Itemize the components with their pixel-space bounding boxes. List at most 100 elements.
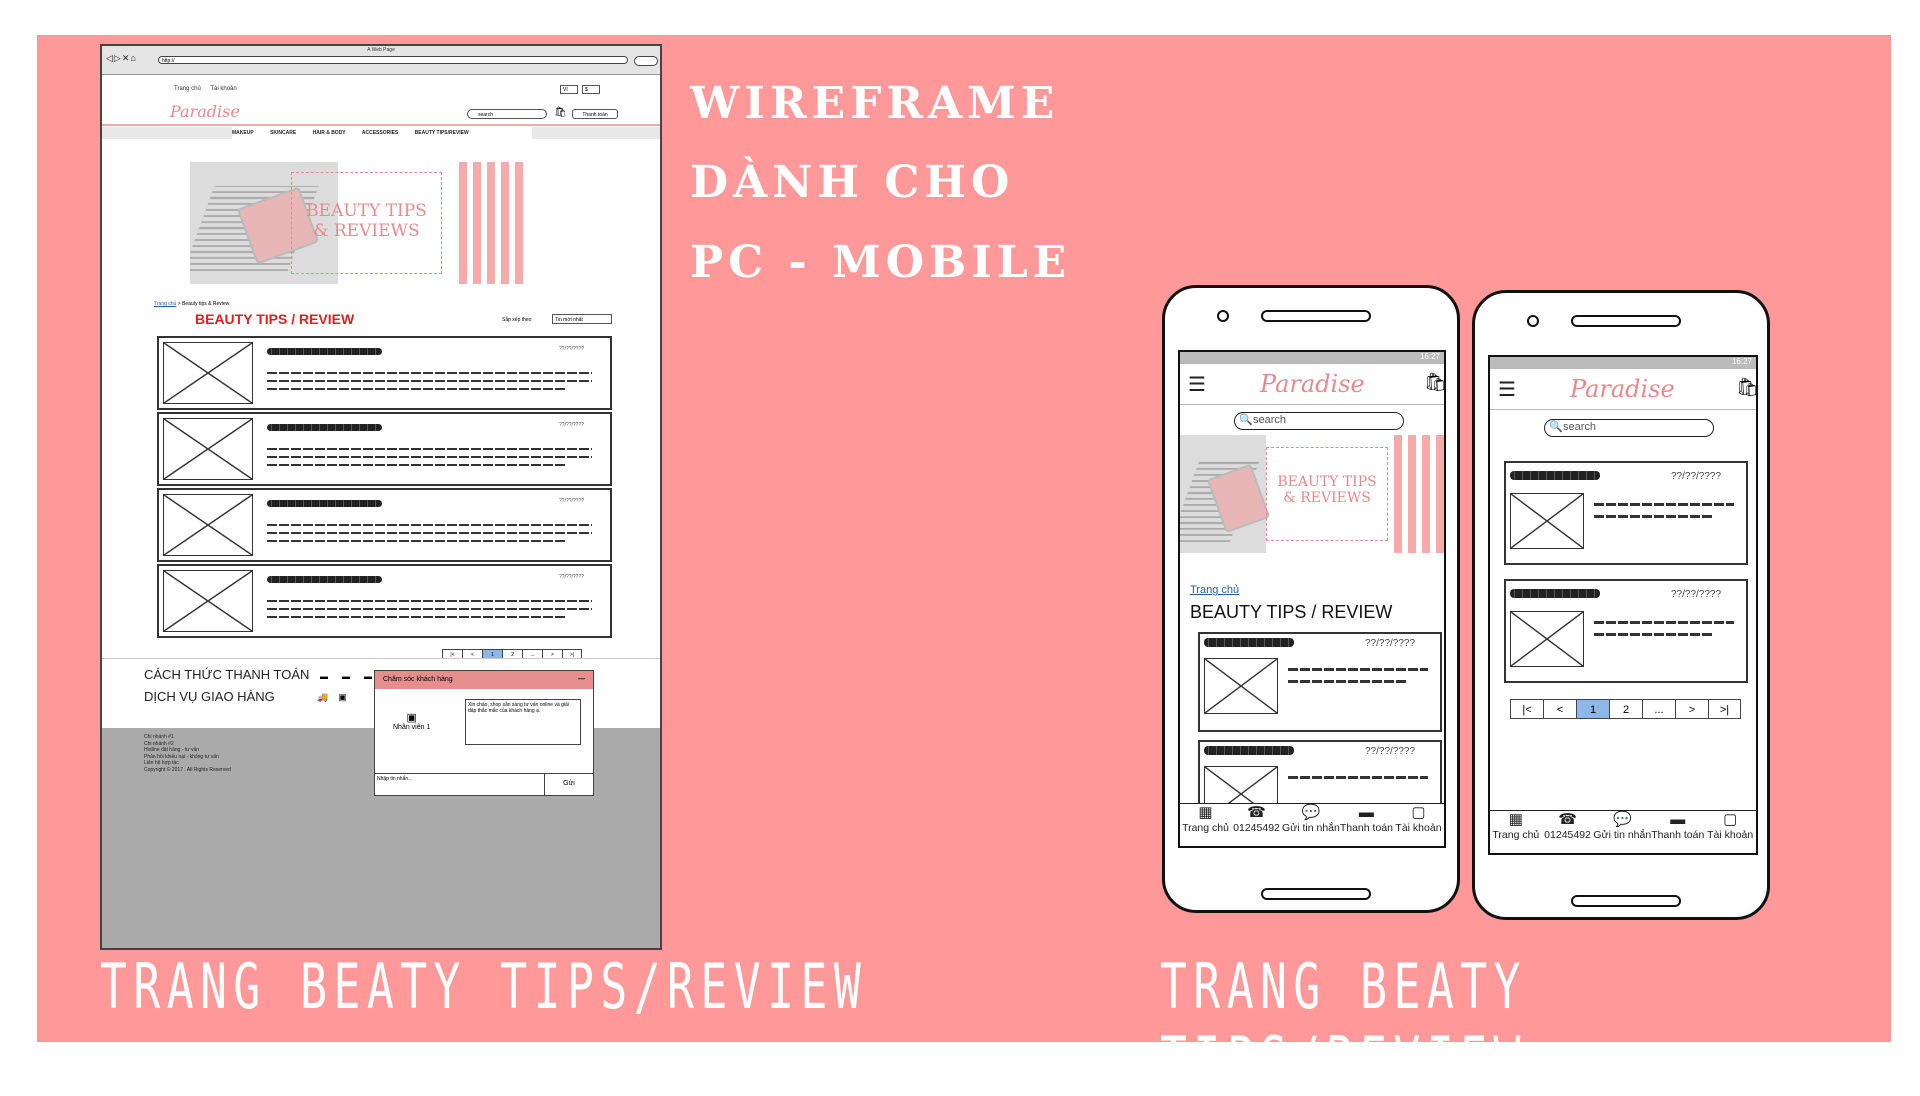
- hero-text-box: BEAUTY TIPS & REVIEWS: [291, 171, 442, 274]
- menu-item-skincare[interactable]: SKINCARE: [270, 130, 296, 136]
- pay-button[interactable]: Thanh toán: [572, 109, 618, 119]
- article-text-line: [267, 448, 592, 450]
- top-link-home[interactable]: Trang chủ: [174, 86, 201, 92]
- page-1[interactable]: 1: [1576, 699, 1609, 719]
- article-thumbnail: [163, 342, 253, 404]
- article-card[interactable]: ??/??/????: [1504, 579, 1748, 683]
- page-ellipsis: ...: [1642, 699, 1675, 719]
- cart-icon[interactable]: 🛍: [1424, 372, 1444, 393]
- user-icon: ▣: [406, 712, 417, 724]
- article-text-line: [267, 372, 592, 374]
- phone-1-screen: 16:27 ☰ Paradise 🛍 🔍 search BEAUTY TIPS &…: [1178, 350, 1446, 848]
- hero-banner: BEAUTY TIPS & REVIEWS: [190, 162, 580, 284]
- language-select[interactable]: VI: [560, 85, 578, 94]
- url-search-button[interactable]: [634, 56, 658, 66]
- main-menu: MAKEUP SKINCARE HAIR & BODY ACCESSORIES …: [232, 130, 484, 136]
- article-text-line: [1288, 776, 1428, 779]
- nav-account[interactable]: ▢ Tài khoản: [1704, 811, 1756, 853]
- hero-text-2: & REVIEWS: [313, 220, 420, 241]
- browser-nav-icons[interactable]: ◁▷✕⌂: [106, 53, 137, 64]
- page-last[interactable]: >|: [1708, 699, 1741, 719]
- article-card[interactable]: ??/??/????: [1504, 461, 1748, 565]
- site-logo[interactable]: Paradise: [1570, 375, 1675, 403]
- nav-home[interactable]: ▦ Trang chủ: [1490, 811, 1542, 853]
- article-text-line: [267, 456, 592, 458]
- chat-widget: Chăm sóc khách hàng — ▣ Nhân viên 1 Xin …: [374, 670, 594, 796]
- sort-select[interactable]: Tin mới nhất: [552, 314, 612, 324]
- page-prev[interactable]: <: [1543, 699, 1576, 719]
- phone-icon: ☎: [1558, 811, 1577, 828]
- article-title-scribble: [1204, 638, 1294, 647]
- search-input[interactable]: 🔍 search: [1234, 412, 1404, 430]
- menu-item-beauty-tips[interactable]: BEAUTY TIPS/REVIEW: [415, 130, 469, 136]
- search-icon: 🔍: [1239, 414, 1253, 426]
- nav-message[interactable]: 💬 Gửi tin nhắn: [1282, 804, 1340, 846]
- article-card[interactable]: ??/??/????: [1198, 632, 1442, 732]
- article-text-line: [1594, 633, 1714, 636]
- nav-account[interactable]: ▢ Tài khoản: [1393, 804, 1444, 846]
- article-card[interactable]: ??/??/????: [157, 336, 612, 410]
- site-logo[interactable]: Paradise: [170, 102, 240, 121]
- search-input[interactable]: search: [467, 109, 547, 119]
- article-text-line: [267, 524, 592, 526]
- nav-payment[interactable]: ▬ Thanh toán: [1340, 804, 1393, 846]
- chat-send-button[interactable]: Gửi: [544, 773, 593, 795]
- camera-icon: [1217, 310, 1229, 322]
- page-first[interactable]: |<: [1510, 699, 1543, 719]
- article-card[interactable]: ??/??/????: [157, 488, 612, 562]
- browser-title: A Web Page: [367, 47, 395, 53]
- heading-line-3: PC - MOBILE: [690, 237, 1072, 288]
- breadcrumb-home[interactable]: Trang chủ: [1190, 584, 1239, 596]
- speaker-icon: [1571, 315, 1681, 327]
- nav-home[interactable]: ▦ Trang chủ: [1180, 804, 1231, 846]
- article-date: ??/??/????: [559, 346, 585, 352]
- top-link-account[interactable]: Tài khoản: [210, 86, 236, 92]
- article-text-line: [267, 616, 567, 618]
- search-icon: 🔍: [1549, 421, 1563, 433]
- phone-icon: ☎: [1247, 804, 1266, 821]
- page-next[interactable]: >: [1675, 699, 1708, 719]
- pc-wireframe: A Web Page ◁▷✕⌂ http:// Trang chủ Tài kh…: [100, 44, 662, 950]
- breadcrumb-home[interactable]: Trang chủ: [154, 301, 176, 307]
- search-input[interactable]: 🔍 search: [1544, 419, 1714, 437]
- nav-payment[interactable]: ▬ Thanh toán: [1651, 811, 1704, 853]
- chat-header[interactable]: Chăm sóc khách hàng —: [375, 671, 593, 689]
- article-text-line: [1594, 621, 1734, 624]
- chat-agent: ▣ Nhân viên 1: [393, 711, 430, 731]
- stripes-decoration: [1394, 435, 1444, 553]
- bottom-nav: ▦ Trang chủ ☎ 01245492 💬 Gửi tin nhắn ▬ Than…: [1490, 810, 1756, 853]
- hero-banner: BEAUTY TIPS & REVIEWS: [1180, 435, 1444, 553]
- menu-icon[interactable]: ☰: [1188, 372, 1206, 397]
- menu-item-makeup[interactable]: MAKEUP: [232, 130, 254, 136]
- article-title-scribble: [1204, 746, 1294, 755]
- currency-select[interactable]: $: [582, 85, 600, 94]
- grid-icon: ▦: [1508, 811, 1523, 828]
- nav-message[interactable]: 💬 Gửi tin nhắn: [1593, 811, 1651, 853]
- menu-item-accessories[interactable]: ACCESSORIES: [362, 130, 398, 136]
- hero-text-box: BEAUTY TIPS & REVIEWS: [1265, 446, 1389, 541]
- article-text-line: [1288, 680, 1408, 683]
- cart-icon[interactable]: 🛍: [1736, 377, 1756, 398]
- minimize-icon[interactable]: —: [578, 671, 585, 689]
- site-logo[interactable]: Paradise: [1260, 370, 1365, 398]
- breadcrumb: Trang chủ > Beauty tips & Review: [154, 301, 230, 307]
- article-card[interactable]: ??/??/????: [157, 564, 612, 638]
- page-2[interactable]: 2: [1609, 699, 1642, 719]
- url-bar[interactable]: http://: [158, 56, 628, 64]
- phone-2-screen: 16:27 ☰ Paradise 🛍 🔍 search ??/??/???? ??…: [1488, 355, 1758, 855]
- article-date: ??/??/????: [1671, 589, 1722, 600]
- article-text-line: [1594, 503, 1734, 506]
- nav-phone[interactable]: ☎ 01245492: [1542, 811, 1594, 853]
- pagination: |< < 1 2 ... > >|: [1510, 699, 1741, 719]
- cart-icon[interactable]: 🛍: [554, 107, 567, 118]
- article-card[interactable]: ??/??/????: [157, 412, 612, 486]
- article-thumbnail: [1204, 658, 1278, 714]
- menu-icon[interactable]: ☰: [1498, 377, 1516, 402]
- chat-message: Xin chào, shop sẵn sàng tư vấn online và…: [465, 699, 581, 745]
- stripes-decoration: [459, 162, 526, 284]
- menu-item-hair-body[interactable]: HAIR & BODY: [313, 130, 346, 136]
- hero-text-1: BEAUTY TIPS: [1277, 473, 1377, 490]
- article-date: ??/??/????: [1671, 471, 1722, 482]
- nav-phone[interactable]: ☎ 01245492: [1231, 804, 1282, 846]
- article-thumbnail: [1510, 611, 1584, 667]
